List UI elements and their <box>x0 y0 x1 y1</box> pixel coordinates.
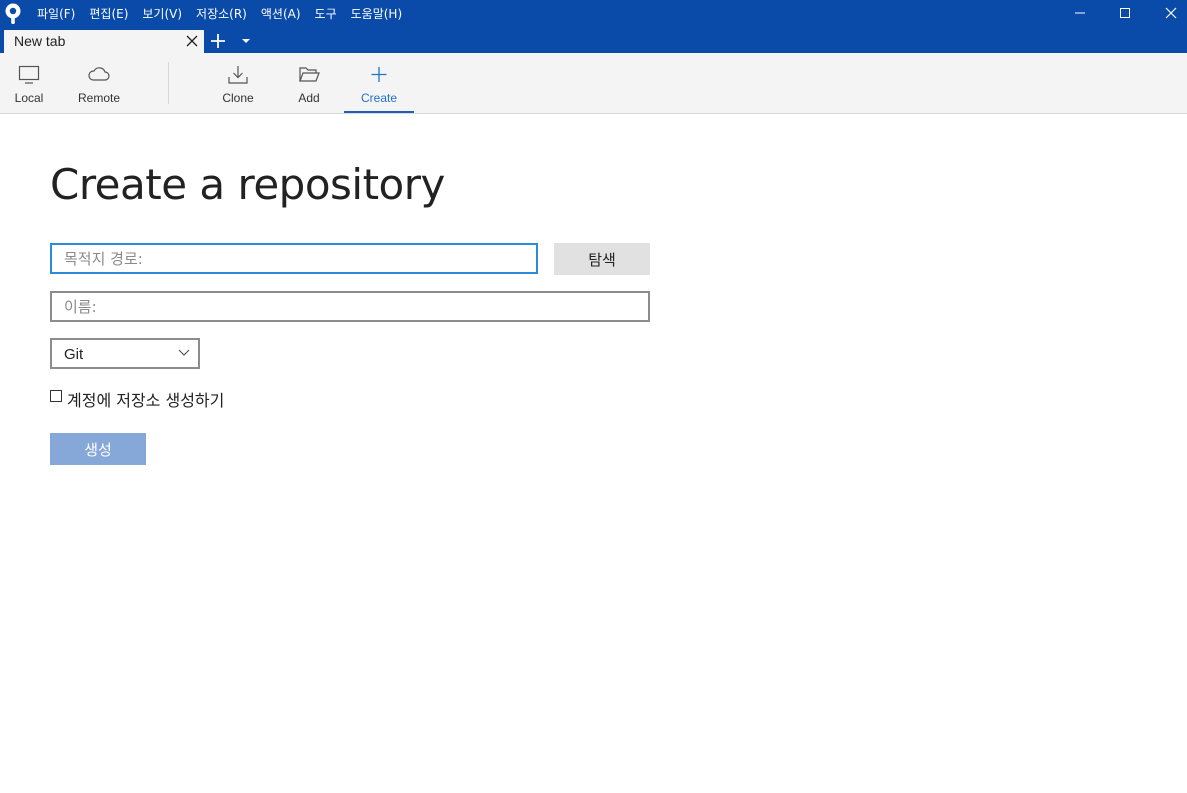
remote-button[interactable]: Remote <box>72 53 126 113</box>
menu-view[interactable]: 보기(V) <box>142 5 182 22</box>
menu-file[interactable]: 파일(F) <box>37 5 75 22</box>
menu-help[interactable]: 도움말(H) <box>351 5 403 22</box>
plus-icon <box>371 67 387 82</box>
download-icon <box>228 66 248 84</box>
title-bar: 파일(F) 편집(E) 보기(V) 저장소(R) 액션(A) 도구 도움말(H) <box>0 0 1187 30</box>
close-window-button[interactable] <box>1148 0 1187 26</box>
menu-actions[interactable]: 액션(A) <box>261 5 301 22</box>
browse-button[interactable]: 탐색 <box>554 243 650 275</box>
repository-name-input[interactable] <box>50 291 650 322</box>
new-tab-plus-icon[interactable] <box>210 33 226 49</box>
create-on-account-label[interactable]: 계정에 저장소 생성하기 <box>67 387 224 411</box>
page-title: Create a repository <box>50 160 445 209</box>
clone-label: Clone <box>222 91 254 105</box>
tab-close-icon[interactable] <box>186 35 198 47</box>
folder-open-icon <box>299 67 320 82</box>
menu-tools[interactable]: 도구 <box>315 5 337 22</box>
vcs-selected-value: Git <box>64 346 84 363</box>
minimize-icon <box>1075 12 1085 14</box>
menu-repository[interactable]: 저장소(R) <box>196 5 247 22</box>
repository-toolbar: Local Remote Clone Add Create <box>0 53 1187 114</box>
toolbar-divider <box>168 62 169 104</box>
local-button[interactable]: Local <box>8 53 50 113</box>
maximize-icon <box>1120 8 1130 18</box>
menu-bar: 파일(F) 편집(E) 보기(V) 저장소(R) 액션(A) 도구 도움말(H) <box>37 0 416 26</box>
tab-new-tab[interactable]: New tab <box>4 30 204 53</box>
add-button[interactable]: Add <box>288 53 330 113</box>
menu-edit[interactable]: 편집(E) <box>89 5 128 22</box>
active-tab-indicator <box>344 111 414 113</box>
tab-bar: New tab <box>0 30 1187 53</box>
chevron-down-icon <box>178 349 190 356</box>
add-label: Add <box>298 91 320 105</box>
create-repository-button[interactable]: 생성 <box>50 433 146 465</box>
local-label: Local <box>14 91 44 105</box>
sourcetree-logo-icon <box>5 3 21 24</box>
monitor-icon <box>18 65 40 84</box>
clone-button[interactable]: Clone <box>214 53 262 113</box>
maximize-button[interactable] <box>1102 0 1148 26</box>
tab-dropdown-chevron-icon[interactable] <box>242 38 250 44</box>
vcs-type-select[interactable]: Git <box>50 338 200 369</box>
destination-path-input[interactable] <box>50 243 538 274</box>
create-on-account-checkbox[interactable] <box>50 390 62 402</box>
tab-label: New tab <box>14 33 66 49</box>
remote-label: Remote <box>77 91 121 105</box>
minimize-button[interactable] <box>1057 0 1103 26</box>
create-label: Create <box>360 91 398 105</box>
create-tab-button[interactable]: Create <box>344 53 414 113</box>
cloud-icon <box>88 67 110 81</box>
close-icon <box>1165 7 1177 19</box>
